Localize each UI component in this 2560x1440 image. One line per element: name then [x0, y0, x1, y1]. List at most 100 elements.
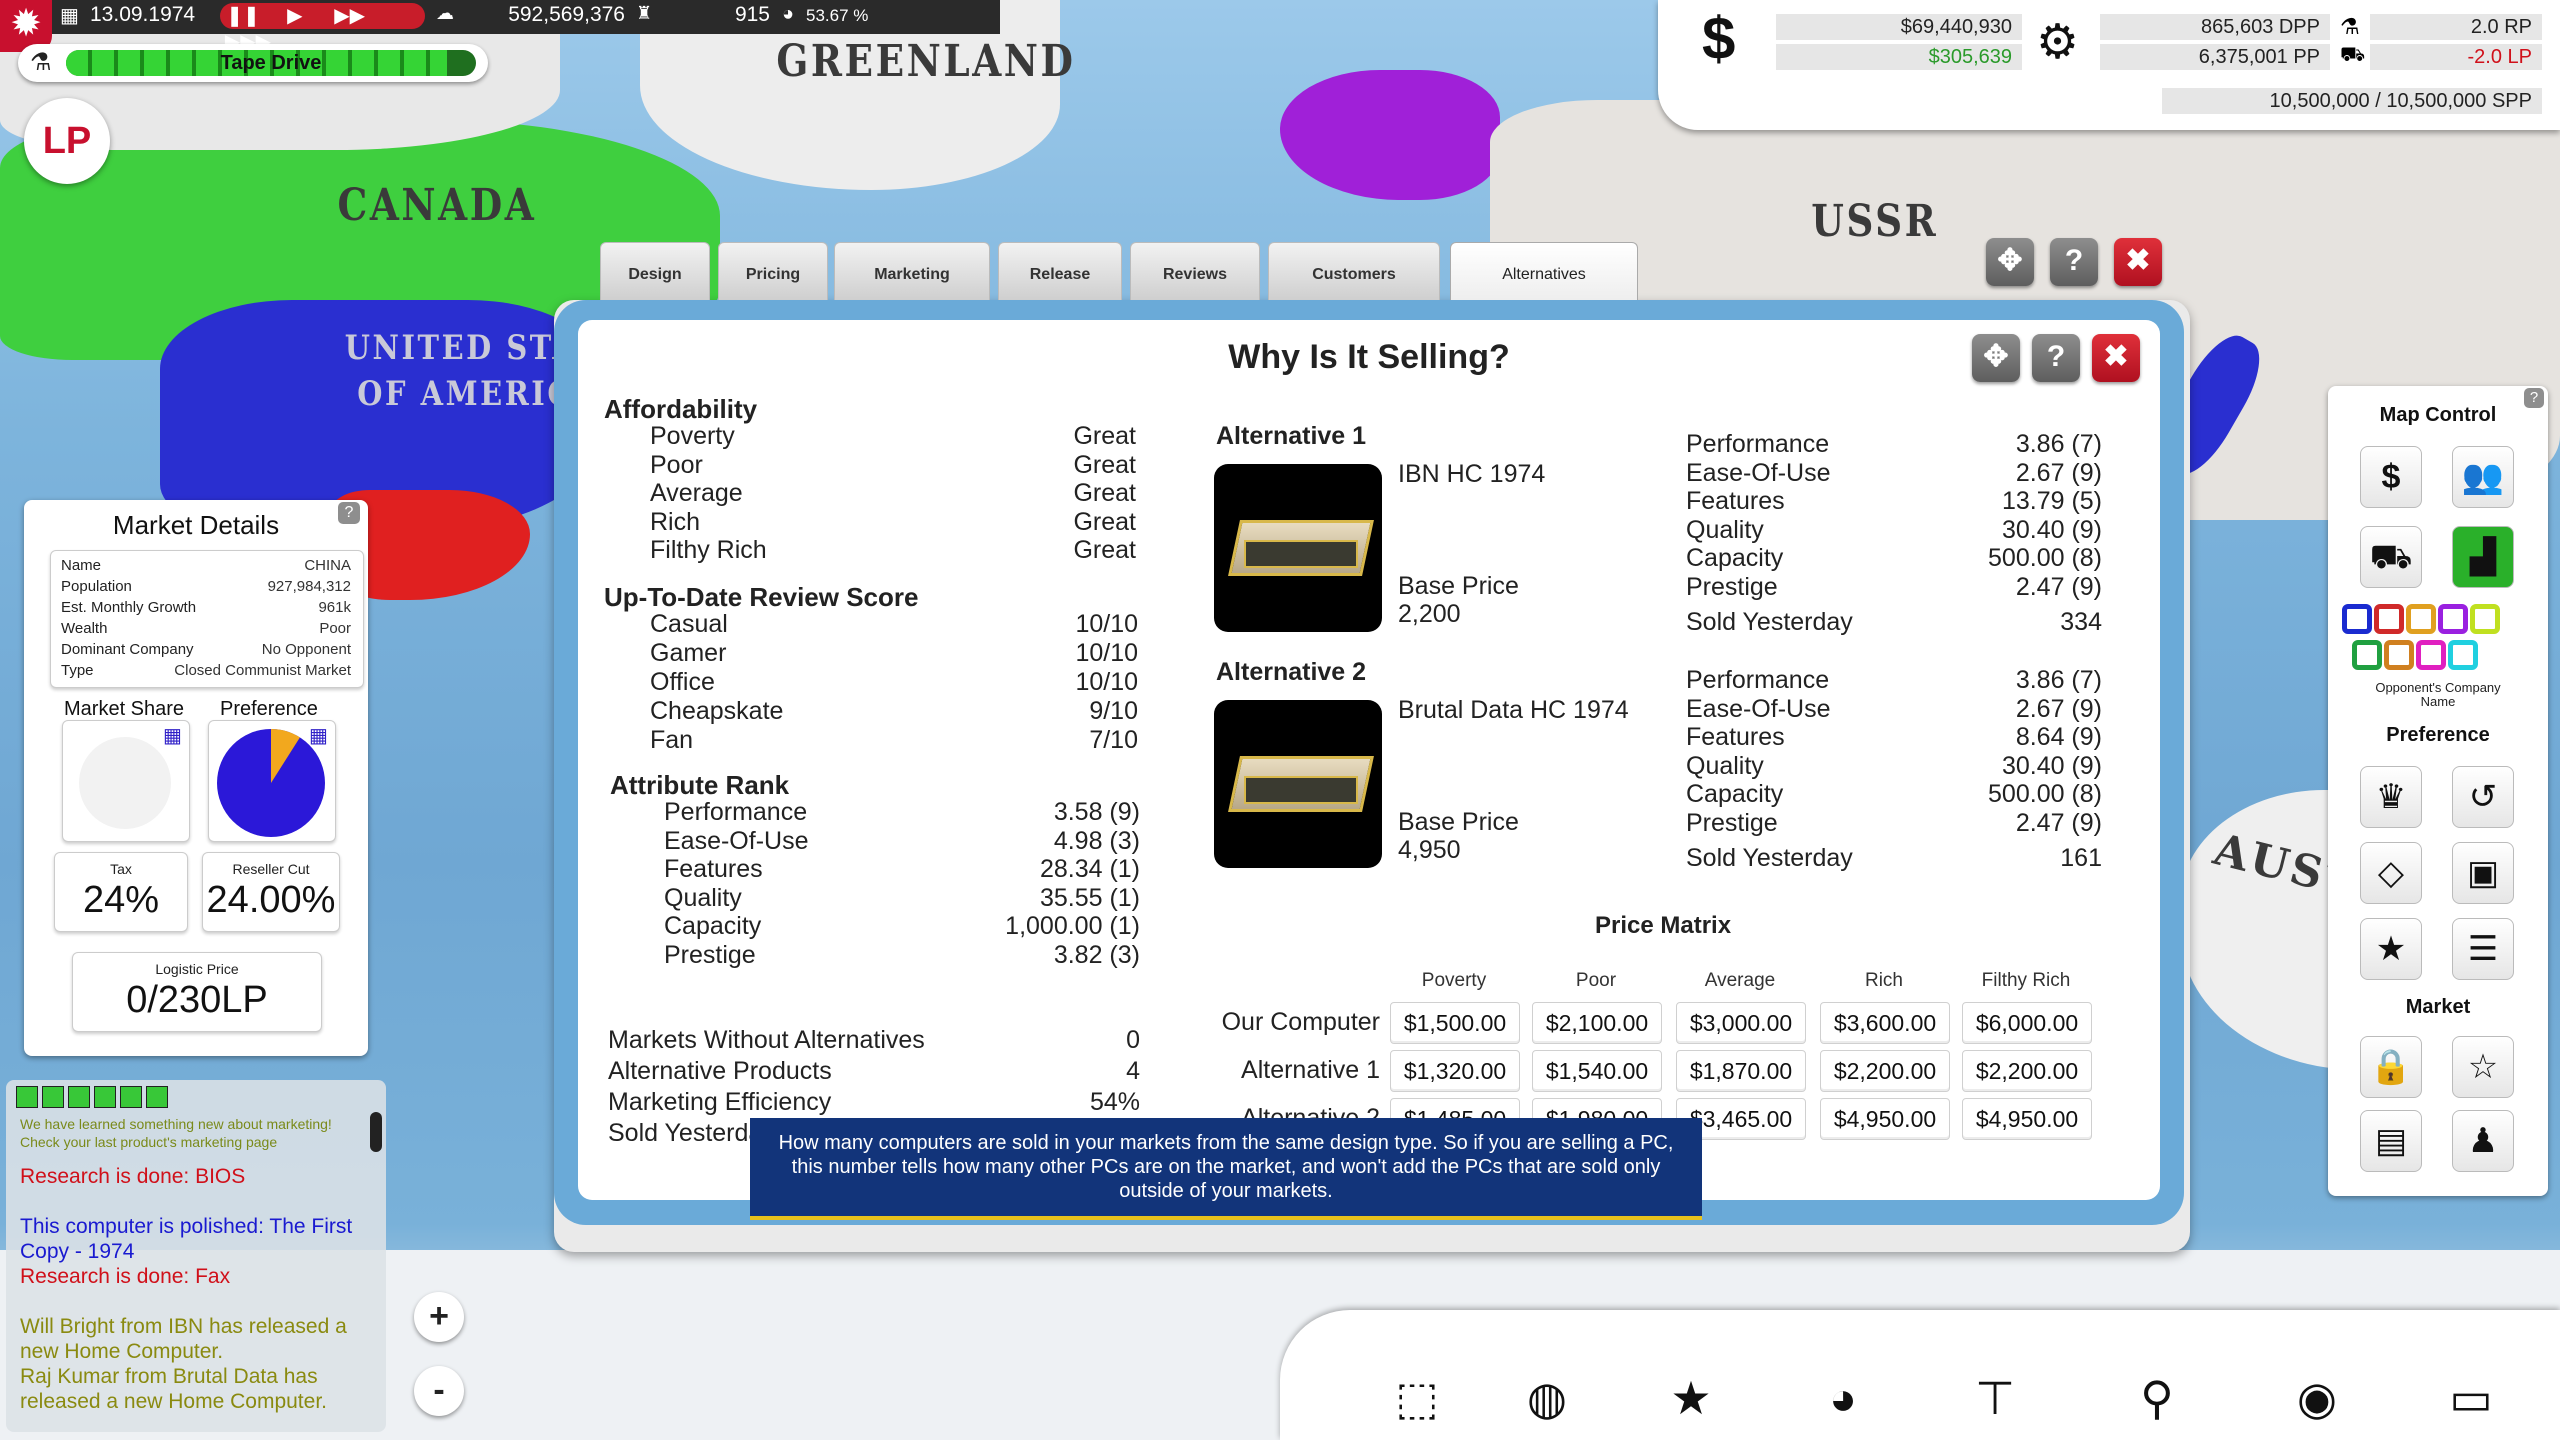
dialog-close-button[interactable]: ✖: [2092, 334, 2140, 382]
news-item[interactable]: Copy - 1974: [20, 1239, 134, 1264]
news-item[interactable]: Raj Kumar from Brutal Data has: [20, 1364, 318, 1389]
lp-badge-button[interactable]: LP: [24, 98, 110, 184]
preference-storage-button[interactable]: ☰: [2452, 918, 2514, 980]
preference-diamond-button[interactable]: ◇: [2360, 842, 2422, 904]
tab-pricing[interactable]: Pricing: [718, 242, 828, 300]
ranking-map-button[interactable]: ▟: [2452, 526, 2514, 588]
disc-icon[interactable]: ◉: [2282, 1370, 2352, 1426]
news-item[interactable]: Research is done: BIOS: [20, 1164, 245, 1189]
row-label: Performance: [664, 798, 808, 826]
microscope-icon[interactable]: ⚲: [2122, 1370, 2192, 1426]
preference-star-button[interactable]: ★: [2360, 918, 2422, 980]
dialog-help-button[interactable]: ?: [2032, 334, 2080, 382]
filter-icon[interactable]: [42, 1086, 64, 1108]
stat-value: 30.40 (9): [2001, 515, 2102, 544]
crane-icon[interactable]: ⊤: [1960, 1370, 2030, 1426]
news-item[interactable]: new Home Computer.: [20, 1339, 223, 1364]
news-item[interactable]: Research is done: Fax: [20, 1264, 230, 1289]
market-star-button[interactable]: ☆: [2452, 1036, 2514, 1098]
play-button[interactable]: ▶: [272, 3, 318, 29]
world-map-icon[interactable]: ◍: [1512, 1370, 1582, 1426]
price-cell[interactable]: $4,950.00: [1962, 1098, 2092, 1140]
pause-button[interactable]: ❚❚: [220, 3, 266, 29]
preference-users-button[interactable]: ♛: [2360, 766, 2422, 828]
opponent-color-swatch[interactable]: [2384, 640, 2414, 670]
alternative-name: Brutal Data HC 1974: [1398, 696, 1629, 724]
tab-customers[interactable]: Customers: [1268, 242, 1440, 300]
row-value: Great: [1073, 536, 1136, 564]
zoom-in-button[interactable]: +: [414, 1292, 464, 1342]
opponent-color-swatch[interactable]: [2374, 604, 2404, 634]
row-value: 4.98 (3): [1053, 826, 1140, 855]
row-label: Ease-Of-Use: [664, 826, 809, 855]
stat-value: 2.47 (9): [2015, 572, 2102, 601]
market-info-label: Type: [61, 662, 94, 679]
filter-icon[interactable]: [94, 1086, 116, 1108]
fast-button[interactable]: ▶▶: [324, 3, 376, 29]
price-cell[interactable]: $1,500.00: [1390, 1002, 1520, 1044]
dialog-move-button[interactable]: ✥: [1972, 334, 2020, 382]
preference-label: Preference: [220, 698, 318, 720]
price-cell[interactable]: $2,200.00: [1820, 1050, 1950, 1092]
scandinavia-region[interactable]: [1280, 70, 1500, 200]
review-heading: Up-To-Date Review Score: [604, 582, 919, 612]
computer-icon[interactable]: ▭: [2436, 1370, 2506, 1426]
window-help-button[interactable]: ?: [2050, 238, 2098, 286]
money-map-button[interactable]: $: [2360, 446, 2422, 508]
preference-cpu-button[interactable]: ▣: [2452, 842, 2514, 904]
logistics-map-button[interactable]: ⛟: [2360, 526, 2422, 588]
news-feed[interactable]: We have learned something new about mark…: [6, 1080, 386, 1432]
price-cell[interactable]: $4,950.00: [1820, 1098, 1950, 1140]
opponent-color-swatch[interactable]: [2470, 604, 2500, 634]
tab-design[interactable]: Design: [600, 242, 710, 300]
market-person-button[interactable]: ♟: [2452, 1110, 2514, 1172]
price-cell[interactable]: $3,600.00: [1820, 1002, 1950, 1044]
filter-icon[interactable]: [120, 1086, 142, 1108]
population-map-button[interactable]: 👥: [2452, 446, 2514, 508]
window-close-button[interactable]: ✖: [2114, 238, 2162, 286]
affordability-heading: Affordability: [604, 394, 758, 424]
pp-value: 6,375,001 PP: [2100, 44, 2330, 70]
opponent-color-swatch[interactable]: [2342, 604, 2372, 634]
price-cell[interactable]: $1,540.00: [1532, 1050, 1662, 1092]
news-scrollbar[interactable]: [370, 1112, 382, 1152]
base-price-value: 2,200: [1398, 600, 1461, 628]
opponent-color-swatch[interactable]: [2448, 640, 2478, 670]
filter-icon[interactable]: [146, 1086, 168, 1108]
news-item[interactable]: Will Bright from IBN has released a: [20, 1314, 347, 1339]
window-move-button[interactable]: ✥: [1986, 238, 2034, 286]
speed-controls[interactable]: ❚❚ ▶ ▶▶ ▶▶▶: [220, 3, 425, 53]
stat-label: Quality: [1686, 751, 1764, 780]
opponent-color-swatch[interactable]: [2438, 604, 2468, 634]
grid-icon[interactable]: ▦: [163, 723, 182, 748]
product-box-icon[interactable]: ⬚: [1382, 1370, 1452, 1426]
filter-icon[interactable]: [16, 1086, 38, 1108]
row-value: 10/10: [1075, 639, 1138, 667]
price-cell[interactable]: $3,000.00: [1676, 1002, 1806, 1044]
news-item[interactable]: This computer is polished: The First: [20, 1214, 352, 1239]
tab-reviews[interactable]: Reviews: [1130, 242, 1260, 300]
filter-icon[interactable]: [68, 1086, 90, 1108]
star-icon[interactable]: ★: [1656, 1370, 1726, 1426]
research-progress[interactable]: ⚗ Tape Drive: [18, 44, 488, 82]
opponent-color-swatch[interactable]: [2352, 640, 2382, 670]
news-item[interactable]: released a new Home Computer.: [20, 1389, 327, 1414]
price-cell[interactable]: $2,100.00: [1532, 1002, 1662, 1044]
price-cell[interactable]: $2,200.00: [1962, 1050, 2092, 1092]
price-cell[interactable]: $1,870.00: [1676, 1050, 1806, 1092]
zoom-out-button[interactable]: -: [414, 1366, 464, 1416]
price-cell[interactable]: $1,320.00: [1390, 1050, 1520, 1092]
opponent-color-swatch[interactable]: [2416, 640, 2446, 670]
tab-release[interactable]: Release: [998, 242, 1122, 300]
market-report-button[interactable]: ▤: [2360, 1110, 2422, 1172]
preference-history-button[interactable]: ↺: [2452, 766, 2514, 828]
market-lock-button[interactable]: 🔒: [2360, 1036, 2422, 1098]
tab-marketing[interactable]: Marketing: [834, 242, 990, 300]
tab-alternatives[interactable]: Alternatives: [1450, 242, 1638, 300]
price-column-header: Rich: [1864, 970, 1903, 991]
pie-chart-icon[interactable]: ◕: [1808, 1370, 1878, 1426]
help-icon[interactable]: ?: [338, 502, 360, 524]
opponent-color-swatch[interactable]: [2406, 604, 2436, 634]
news-filter-icons[interactable]: [16, 1086, 176, 1108]
price-cell[interactable]: $6,000.00: [1962, 1002, 2092, 1044]
